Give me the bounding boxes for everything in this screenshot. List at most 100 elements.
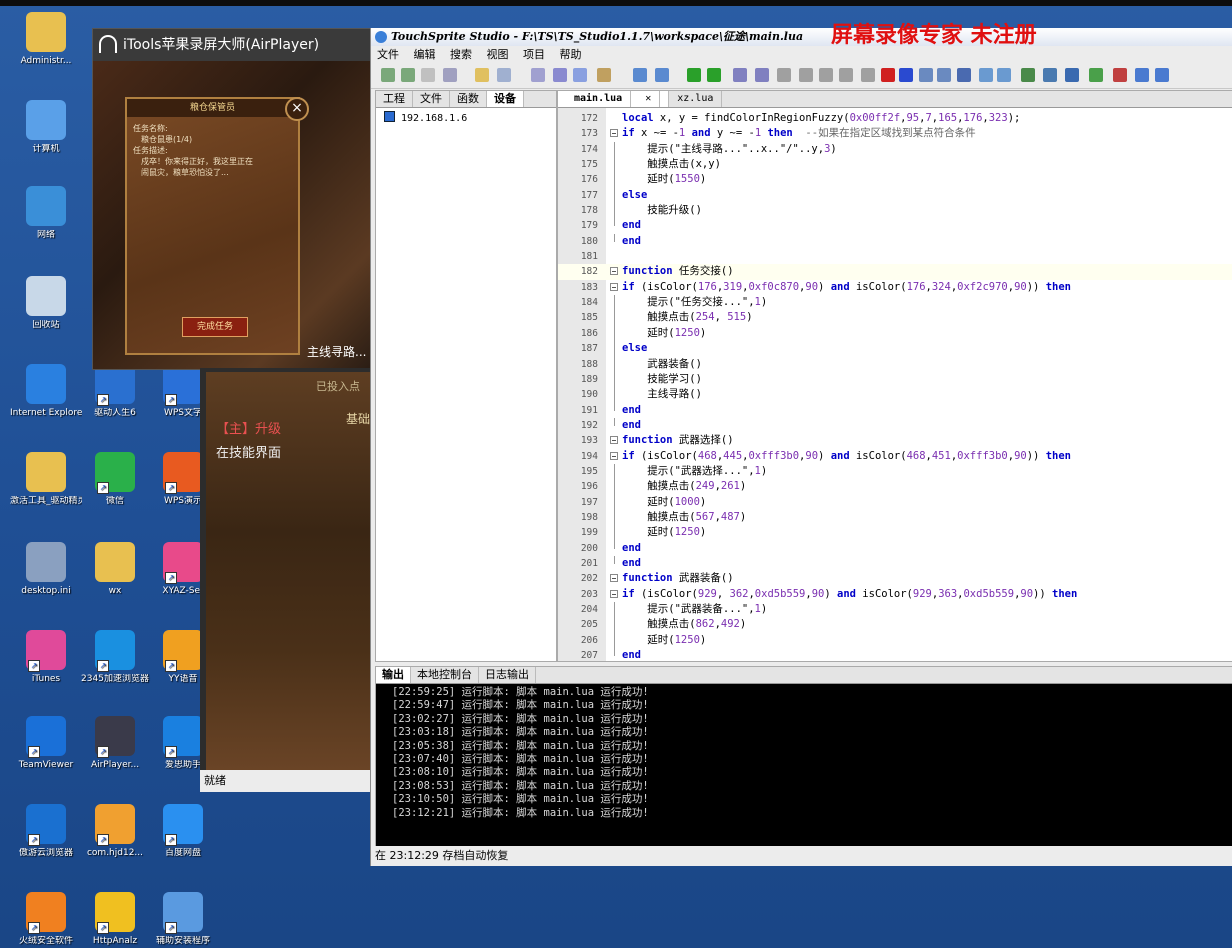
code-line[interactable]: 201 end — [558, 555, 1232, 571]
desktop-icon[interactable]: ↗ 傲游云浏览器 — [10, 804, 82, 858]
toolbar-button-icon[interactable] — [1113, 68, 1127, 82]
code-line[interactable]: 189 技能学习() — [558, 371, 1232, 388]
desktop-icon[interactable]: desktop.ini — [10, 542, 82, 596]
code-line[interactable]: 204 提示("武器装备...",1) — [558, 602, 1232, 618]
menu-file[interactable]: 文件 — [377, 48, 399, 61]
code-line[interactable]: 195 提示("武器选择...",1) — [558, 463, 1232, 480]
desktop-icon[interactable]: ↗ TeamViewer — [10, 716, 82, 770]
toolbar-button-icon[interactable] — [733, 68, 747, 82]
desktop-icon[interactable]: 回收站 — [10, 276, 82, 330]
desktop-icon[interactable]: ↗ 辅助安装程序 — [147, 892, 219, 946]
code-line[interactable]: 207 end — [558, 648, 1232, 663]
code-line[interactable]: 199 延时(1250) — [558, 525, 1232, 541]
toolbar-button-icon[interactable] — [1089, 68, 1103, 82]
desktop-icon[interactable]: ↗ HttpAnalz — [79, 892, 151, 946]
tab-files[interactable]: 文件 — [413, 91, 450, 107]
code-line[interactable]: 198 触摸点击(567,487) — [558, 509, 1232, 526]
toolbar-button-icon[interactable] — [597, 68, 611, 82]
toolbar-button-icon[interactable] — [553, 68, 567, 82]
complete-quest-button[interactable]: 完成任务 — [182, 317, 248, 337]
toolbar-button-icon[interactable] — [655, 68, 669, 82]
code-line[interactable]: 179 end — [558, 218, 1232, 233]
code-line[interactable]: 203 if (isColor(929, 362,0xd5b559,90) and… — [558, 587, 1232, 602]
code-line[interactable]: 181 — [558, 249, 1232, 264]
touchsprite-window[interactable]: TouchSprite Studio - F:\TS\TS_Studio1.1.… — [370, 24, 1232, 866]
fold-toggle-icon[interactable] — [610, 282, 618, 291]
itools-titlebar[interactable]: iTools苹果录屏大师(AirPlayer) — [93, 29, 371, 61]
toolbar-button-icon[interactable] — [687, 68, 701, 82]
menu-project[interactable]: 项目 — [523, 48, 545, 61]
toolbar-button-icon[interactable] — [957, 68, 971, 82]
code-line[interactable]: 190 主线寻路() — [558, 387, 1232, 403]
desktop-icon[interactable]: ↗ com.hjd12... — [79, 804, 151, 858]
desktop-icon[interactable]: ↗ 微信 — [79, 452, 151, 506]
menu-view[interactable]: 视图 — [487, 48, 509, 61]
toolbar-button-icon[interactable] — [381, 68, 395, 82]
toolbar-button-icon[interactable] — [881, 68, 895, 82]
code-line[interactable]: 184 提示("任务交接...",1) — [558, 295, 1232, 311]
toolbar-button-icon[interactable] — [531, 68, 545, 82]
code-line[interactable]: 176 延时(1550) — [558, 172, 1232, 188]
code-line[interactable]: 191 end — [558, 402, 1232, 418]
code-line[interactable]: 202 function 武器装备() — [558, 571, 1232, 586]
toolbar-button-icon[interactable] — [1155, 68, 1169, 82]
code-line[interactable]: 200 end — [558, 540, 1232, 556]
toolbar-button-icon[interactable] — [997, 68, 1011, 82]
desktop-icon[interactable]: ↗ 驱动人生6 — [79, 364, 151, 418]
code-line[interactable]: 188 武器装备() — [558, 356, 1232, 372]
tab-output[interactable]: 输出 — [376, 667, 411, 683]
menu-search[interactable]: 搜索 — [450, 48, 472, 61]
toolbar-button-icon[interactable] — [799, 68, 813, 82]
fold-toggle-icon[interactable] — [610, 574, 618, 583]
toolbar-button-icon[interactable] — [861, 68, 875, 82]
menu-edit[interactable]: 编辑 — [414, 48, 436, 61]
background-game-window[interactable]: 已投入点 基础 【主】升级 在技能界面 就绪 — [200, 368, 370, 792]
desktop-icon[interactable]: wx — [79, 542, 151, 596]
desktop-icon[interactable]: ↗ 百度网盘 — [147, 804, 219, 858]
code-line[interactable]: 194 if (isColor(468,445,0xfff3b0,90) and … — [558, 449, 1232, 464]
desktop-icon[interactable]: ↗ AirPlayer... — [79, 716, 151, 770]
code-line[interactable]: 178 技能升级() — [558, 203, 1232, 219]
desktop-icon[interactable]: Internet Explorer — [10, 364, 82, 418]
desktop-icon[interactable]: 网络 — [10, 186, 82, 240]
code-line[interactable]: 180 end — [558, 233, 1232, 249]
tab-xz-lua[interactable]: xz.lua — [669, 91, 723, 107]
fold-toggle-icon[interactable] — [610, 589, 618, 598]
fold-toggle-icon[interactable] — [610, 267, 618, 276]
tab-local-console[interactable]: 本地控制台 — [411, 667, 479, 683]
toolbar-button-icon[interactable] — [573, 68, 587, 82]
toolbar-button-icon[interactable] — [937, 68, 951, 82]
toolbar-button-icon[interactable] — [979, 68, 993, 82]
toolbar-button-icon[interactable] — [919, 68, 933, 82]
output-console[interactable]: [22:59:25] 运行脚本: 脚本 main.lua 运行成功! [22:59… — [376, 684, 1232, 847]
close-icon[interactable]: × — [285, 97, 309, 121]
menu-help[interactable]: 帮助 — [560, 48, 582, 61]
toolbar-button-icon[interactable] — [497, 68, 511, 82]
game-screen[interactable]: 粮仓保管员 任务名称: 粮仓鼠患(1/4) 任务描述: 戍卒！你来得正好，我这里… — [93, 61, 371, 386]
code-line[interactable]: 193 function 武器选择() — [558, 433, 1232, 448]
code-line[interactable]: 187 else — [558, 341, 1232, 357]
code-line[interactable]: 196 触摸点击(249,261) — [558, 479, 1232, 495]
code-line[interactable]: 205 触摸点击(862,492) — [558, 617, 1232, 633]
desktop-icon[interactable]: Administr... — [10, 12, 82, 66]
fold-toggle-icon[interactable] — [610, 451, 618, 460]
tab-devices[interactable]: 设备 — [487, 91, 524, 107]
tab-main-lua[interactable]: main.lua ✕ — [558, 91, 670, 107]
toolbar-button-icon[interactable] — [1065, 68, 1079, 82]
toolbar-button-icon[interactable] — [755, 68, 769, 82]
desktop-icon[interactable]: ↗ 火绒安全软件 — [10, 892, 82, 946]
tab-log-output[interactable]: 日志输出 — [479, 667, 536, 683]
code-lines[interactable]: 172 local x, y = findColorInRegionFuzzy(0… — [558, 111, 1232, 663]
toolbar-button-icon[interactable] — [777, 68, 791, 82]
code-line[interactable]: 172 local x, y = findColorInRegionFuzzy(0… — [558, 111, 1232, 126]
code-line[interactable]: 177 else — [558, 187, 1232, 204]
desktop-icon[interactable]: ↗ 2345加速浏览器 — [79, 630, 151, 684]
close-tab-icon[interactable]: ✕ — [637, 91, 661, 107]
code-editor[interactable]: main.lua ✕ xz.lua 172 local x, y = findCol… — [557, 90, 1232, 662]
fold-toggle-icon[interactable] — [610, 129, 618, 138]
code-line[interactable]: 175 触摸点击(x,y) — [558, 157, 1232, 173]
toolbar-button-icon[interactable] — [443, 68, 457, 82]
toolbar-button-icon[interactable] — [1135, 68, 1149, 82]
code-line[interactable]: 197 延时(1000) — [558, 494, 1232, 510]
toolbar-button-icon[interactable] — [421, 68, 435, 82]
